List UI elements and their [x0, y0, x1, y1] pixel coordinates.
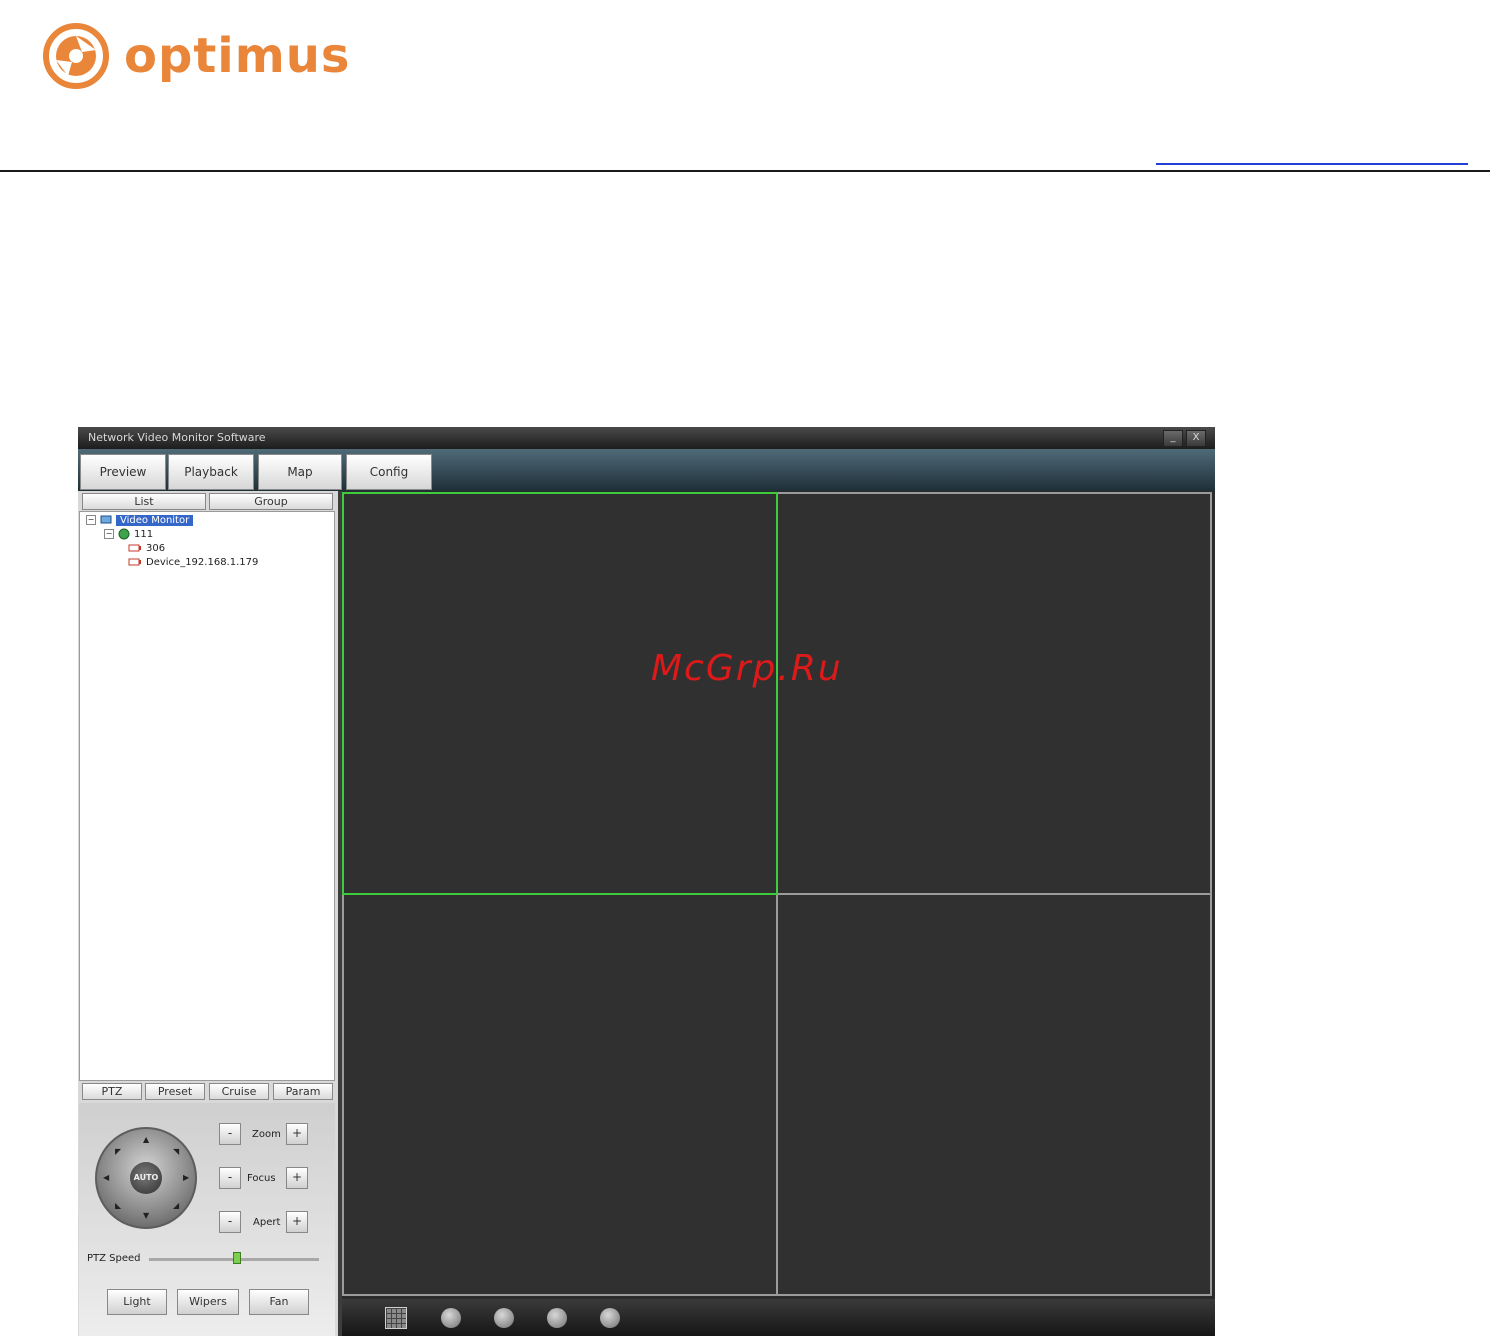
tree-device-label: 306	[146, 542, 166, 554]
tab-config[interactable]: Config	[346, 454, 432, 490]
video-cell-4[interactable]	[776, 893, 1212, 1296]
focus-plus-button[interactable]: +	[286, 1167, 308, 1189]
tree-group[interactable]: − 111	[104, 527, 153, 541]
watermark-text: McGrp.Ru	[651, 648, 843, 689]
tree-root-label: Video Monitor	[116, 514, 194, 526]
focus-minus-button[interactable]: -	[219, 1167, 241, 1189]
tab-list[interactable]: List	[82, 493, 206, 510]
video-cell-2[interactable]	[776, 492, 1212, 895]
focus-label: Focus	[247, 1173, 276, 1184]
tab-cruise[interactable]: Cruise	[209, 1083, 269, 1100]
arrow-left-icon[interactable]: ◀	[103, 1173, 109, 1182]
arrow-right-icon[interactable]: ▶	[183, 1173, 189, 1182]
arrow-down-icon[interactable]: ▼	[143, 1211, 149, 1220]
light-button[interactable]: Light	[107, 1289, 167, 1315]
video-grid	[342, 491, 1215, 1299]
video-cell-3[interactable]	[342, 893, 778, 1296]
tab-preset[interactable]: Preset	[145, 1083, 205, 1100]
ptz-control-panel: ▲ ▼ ◀ ▶ ◤ ◥ ◣ ◢ AUTO - Zoom + - Focus + …	[79, 1103, 335, 1336]
collapse-icon[interactable]: −	[86, 515, 96, 525]
zoom-label: Zoom	[252, 1129, 281, 1140]
tree-device-label: Device_192.168.1.179	[146, 556, 259, 568]
camera-icon	[128, 544, 141, 552]
stop-icon[interactable]	[600, 1308, 620, 1328]
zoom-minus-button[interactable]: -	[219, 1123, 241, 1145]
tree-device-306[interactable]: 306	[128, 541, 165, 555]
arrow-up-right-icon[interactable]: ◥	[173, 1147, 179, 1156]
title-bar: Network Video Monitor Software _ X	[78, 427, 1215, 449]
ptz-speed-label: PTZ Speed	[87, 1253, 141, 1264]
brand-logo: optimus	[42, 20, 351, 92]
tree-root[interactable]: − Video Monitor	[86, 513, 194, 527]
ptz-joystick[interactable]: ▲ ▼ ◀ ▶ ◤ ◥ ◣ ◢ AUTO	[95, 1127, 197, 1229]
window-title: Network Video Monitor Software	[88, 431, 266, 444]
layout-grid-icon[interactable]	[385, 1307, 407, 1329]
record-icon[interactable]	[441, 1308, 461, 1328]
group-globe-icon	[118, 528, 130, 540]
tab-param[interactable]: Param	[273, 1083, 333, 1100]
zoom-plus-button[interactable]: +	[286, 1123, 308, 1145]
next-icon[interactable]	[547, 1308, 567, 1328]
fan-button[interactable]: Fan	[249, 1289, 309, 1315]
tree-group-label: 111	[134, 528, 154, 540]
ptz-auto-button[interactable]: AUTO	[130, 1162, 162, 1194]
arrow-down-right-icon[interactable]: ◢	[173, 1201, 179, 1210]
optimus-logo-icon	[43, 23, 109, 89]
tab-ptz[interactable]: PTZ	[82, 1083, 142, 1100]
video-toolbar	[342, 1299, 1215, 1336]
ptz-speed-thumb[interactable]	[233, 1252, 242, 1264]
main-navigation: Preview Playback Map Config	[78, 449, 1215, 491]
arrow-up-left-icon[interactable]: ◤	[115, 1147, 121, 1156]
collapse-icon[interactable]: −	[104, 529, 114, 539]
header-divider	[0, 170, 1490, 172]
monitor-icon	[100, 515, 112, 524]
brand-name: optimus	[124, 28, 351, 84]
close-button[interactable]: X	[1186, 430, 1206, 447]
tree-device-179[interactable]: Device_192.168.1.179	[128, 555, 258, 569]
wipers-button[interactable]: Wipers	[177, 1289, 239, 1315]
arrow-up-icon[interactable]: ▲	[143, 1135, 149, 1144]
aperture-label: Apert	[253, 1217, 281, 1228]
app-window: Network Video Monitor Software _ X Previ…	[78, 427, 1215, 1336]
minimize-button[interactable]: _	[1163, 430, 1183, 447]
device-tree: − Video Monitor − 111 306 Device_192.168…	[79, 511, 335, 1081]
tab-map[interactable]: Map	[258, 454, 342, 490]
left-panel: List Group − Video Monitor − 111 306 Dev…	[78, 491, 338, 1336]
tab-preview[interactable]: Preview	[80, 454, 166, 490]
previous-icon[interactable]	[494, 1308, 514, 1328]
arrow-down-left-icon[interactable]: ◣	[115, 1201, 121, 1210]
camera-icon	[128, 558, 141, 566]
tab-playback[interactable]: Playback	[168, 454, 254, 490]
tab-group[interactable]: Group	[209, 493, 333, 510]
header-link-underline[interactable]	[1156, 163, 1468, 165]
video-cell-1[interactable]	[342, 492, 778, 895]
aperture-minus-button[interactable]: -	[219, 1211, 241, 1233]
aperture-plus-button[interactable]: +	[286, 1211, 308, 1233]
